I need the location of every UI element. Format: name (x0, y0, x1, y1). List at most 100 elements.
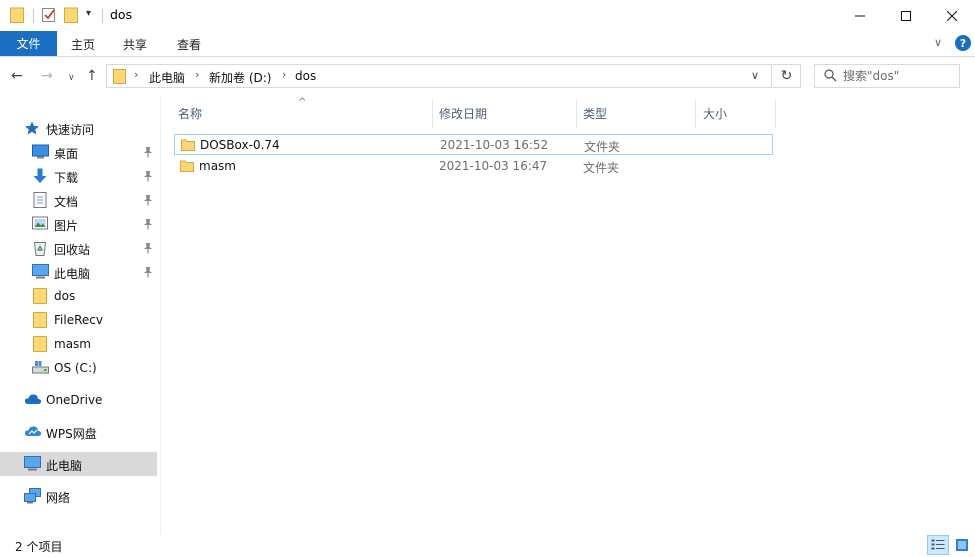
sidebar-item-label: 此电脑 (54, 267, 91, 281)
breadcrumb-separator[interactable]: › (134, 68, 138, 81)
file-date: 2021-10-03 16:47 (439, 159, 548, 173)
file-type: 文件夹 (583, 161, 620, 175)
column-divider[interactable] (775, 100, 776, 128)
toolbar-separator (33, 9, 34, 23)
sidebar-item-dos[interactable]: dos (0, 284, 157, 308)
status-bar: 2 个项目 (0, 534, 975, 557)
pin-icon[interactable] (143, 146, 153, 161)
recycle-bin-icon (33, 240, 50, 256)
maximize-icon (901, 10, 911, 21)
minimize-icon (855, 15, 865, 16)
title-bar: ▾ dos (0, 0, 975, 31)
large-icons-view-button[interactable] (951, 535, 973, 555)
pin-icon[interactable] (143, 194, 153, 209)
file-name: masm (199, 159, 236, 173)
sidebar-item-quick-access[interactable]: 快速访问 (0, 116, 157, 140)
table-row[interactable]: masm 2021-10-03 16:47 文件夹 (174, 156, 773, 177)
details-view-icon (931, 539, 945, 550)
sidebar-item-filerecv[interactable]: FileRecv (0, 308, 157, 332)
file-type: 文件夹 (584, 140, 621, 154)
sidebar-item-label: masm (54, 337, 91, 351)
computer-icon (32, 264, 49, 280)
tab-view[interactable]: 查看 (177, 36, 201, 53)
toolbar-separator (102, 9, 103, 23)
folder-icon[interactable] (10, 7, 24, 26)
search-icon (824, 69, 837, 85)
search-input[interactable] (843, 65, 958, 87)
column-header-size[interactable]: 大小 (703, 99, 727, 127)
sidebar-item-network[interactable]: 网络 (0, 484, 157, 508)
column-divider[interactable] (695, 100, 696, 128)
sidebar-item-label: 网络 (46, 491, 71, 505)
sidebar-item-downloads[interactable]: 下载 (0, 164, 157, 188)
sidebar-item-pictures[interactable]: 图片 (0, 212, 157, 236)
sidebar-item-documents[interactable]: 文档 (0, 188, 157, 212)
file-date: 2021-10-03 16:52 (440, 138, 549, 152)
pin-icon[interactable] (143, 170, 153, 185)
sidebar-item-masm[interactable]: masm (0, 332, 157, 356)
column-header-date[interactable]: 修改日期 (439, 99, 487, 127)
pictures-icon (32, 216, 49, 232)
maximize-button[interactable] (883, 0, 929, 31)
file-list: ^ 名称 修改日期 类型 大小 DOSBox-0.74 2021-10-03 1… (161, 97, 975, 534)
navigation-pane: 快速访问 桌面 下载 文档 图片 回收站 此电脑 dos FileRecv ma… (0, 97, 160, 534)
column-divider[interactable] (432, 100, 433, 128)
documents-icon (33, 192, 50, 208)
up-button[interactable]: ↑ (86, 69, 98, 83)
sidebar-item-onedrive[interactable]: OneDrive (0, 388, 157, 412)
sidebar-item-os-c[interactable]: OS (C:) (0, 356, 157, 380)
file-name: DOSBox-0.74 (200, 138, 280, 152)
download-icon (32, 168, 49, 184)
address-bar[interactable]: › 此电脑 › 新加卷 (D:) › dos ∨ (106, 64, 772, 88)
refresh-button[interactable]: ↻ (773, 64, 801, 88)
pin-icon[interactable] (143, 218, 153, 233)
breadcrumb-this-pc[interactable]: 此电脑 (149, 69, 185, 86)
star-icon (24, 120, 41, 136)
recent-locations-button[interactable]: ∨ (68, 71, 75, 85)
sidebar-item-label: 此电脑 (46, 459, 83, 473)
tab-share[interactable]: 共享 (123, 36, 147, 53)
item-count: 2 个项目 (15, 540, 63, 554)
help-icon[interactable]: ? (955, 35, 971, 51)
table-row[interactable]: DOSBox-0.74 2021-10-03 16:52 文件夹 (174, 134, 773, 155)
sidebar-item-label: 下载 (54, 171, 79, 185)
minimize-button[interactable] (837, 0, 883, 31)
forward-button[interactable]: → (41, 69, 53, 83)
sidebar-item-this-pc[interactable]: 此电脑 (0, 452, 157, 476)
expand-ribbon-icon[interactable]: ∨ (934, 36, 942, 49)
breadcrumb-separator[interactable]: › (282, 68, 286, 81)
sidebar-item-label: 图片 (54, 219, 79, 233)
details-view-button[interactable] (927, 535, 949, 555)
network-icon (24, 488, 41, 504)
new-folder-icon[interactable] (64, 7, 78, 26)
back-button[interactable]: ← (11, 69, 23, 83)
sidebar-item-this-pc-pinned[interactable]: 此电脑 (0, 260, 157, 284)
drive-icon (32, 360, 49, 376)
column-divider[interactable] (576, 100, 577, 128)
sidebar-item-label: OS (C:) (54, 361, 97, 375)
folder-icon (33, 336, 50, 352)
cloud-icon (24, 392, 42, 408)
sidebar-item-label: WPS网盘 (46, 427, 97, 441)
breadcrumb-dos[interactable]: dos (295, 69, 316, 83)
customize-toolbar-icon[interactable]: ▾ (86, 8, 91, 19)
column-header-type[interactable]: 类型 (583, 99, 607, 127)
tab-file[interactable]: 文件 (0, 31, 57, 56)
sidebar-item-recycle-bin[interactable]: 回收站 (0, 236, 157, 260)
address-dropdown-icon[interactable]: ∨ (751, 69, 759, 82)
sidebar-item-label: 回收站 (54, 243, 91, 257)
folder-icon (180, 159, 194, 175)
breadcrumb-separator[interactable]: › (195, 68, 199, 81)
breadcrumb-drive-d[interactable]: 新加卷 (D:) (209, 69, 271, 86)
sidebar-item-desktop[interactable]: 桌面 (0, 140, 157, 164)
pin-icon[interactable] (143, 266, 153, 281)
properties-icon[interactable] (41, 7, 57, 26)
tab-home[interactable]: 主页 (71, 36, 95, 53)
close-button[interactable] (929, 0, 975, 31)
sidebar-item-label: 文档 (54, 195, 79, 209)
pin-icon[interactable] (143, 242, 153, 257)
search-box[interactable] (814, 64, 960, 88)
column-header-name[interactable]: 名称 (178, 99, 202, 127)
close-icon (947, 10, 957, 21)
sidebar-item-wps-drive[interactable]: WPS网盘 (0, 420, 157, 444)
